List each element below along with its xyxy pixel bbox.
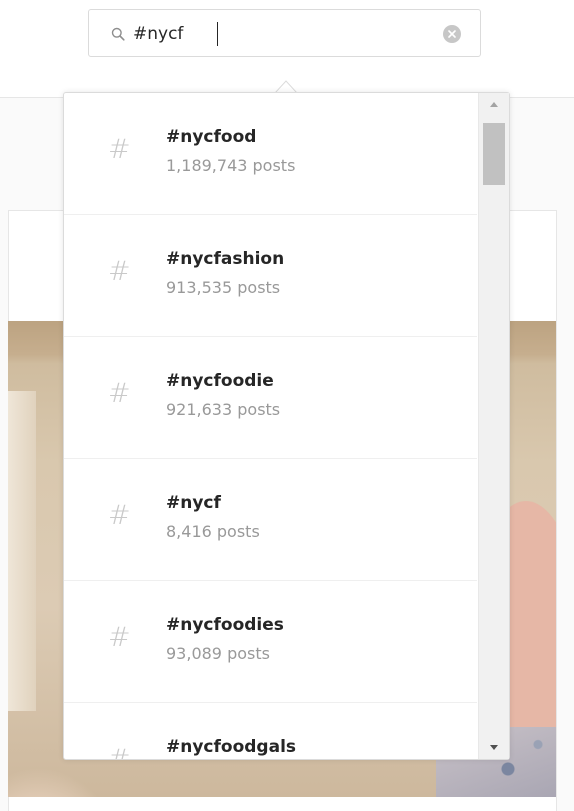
post-count: 913,535 posts — [166, 278, 281, 297]
post-count: 93,089 posts — [166, 644, 270, 663]
scrollbar-thumb[interactable] — [483, 123, 505, 185]
suggestion-item[interactable]: # #nycfoodies 93,089 posts — [64, 581, 477, 703]
hashtag-name: #nycfood — [166, 127, 257, 147]
hashtag-icon: # — [108, 500, 131, 531]
post-count: 8,416 posts — [166, 522, 260, 541]
clear-icon[interactable] — [443, 25, 461, 43]
search-icon — [111, 27, 125, 41]
hashtag-name: #nycfoodies — [166, 615, 284, 635]
search-input[interactable] — [133, 22, 423, 46]
hashtag-icon: # — [108, 622, 131, 653]
hashtag-icon: # — [108, 378, 131, 409]
text-caret — [217, 22, 218, 46]
suggestion-item[interactable]: # #nycfood 1,189,743 posts — [64, 93, 477, 215]
hashtag-icon: # — [108, 134, 131, 165]
hashtag-name: #nycfoodgals — [166, 737, 297, 757]
hashtag-icon: # — [108, 745, 131, 760]
post-count: 1,189,743 posts — [166, 156, 296, 175]
hashtag-name: #nycfashion — [166, 249, 285, 269]
hashtag-name: #nycf — [166, 493, 221, 513]
search-bar[interactable] — [88, 9, 481, 57]
search-suggestions-dropdown: # #nycfood 1,189,743 posts # #nycfashion… — [63, 92, 510, 760]
suggestion-item[interactable]: # #nycfoodgals — [64, 703, 477, 759]
dropdown-scrollbar[interactable] — [478, 93, 509, 759]
suggestion-item[interactable]: # #nycfoodie 921,633 posts — [64, 337, 477, 459]
suggestion-item[interactable]: # #nycfashion 913,535 posts — [64, 215, 477, 337]
scroll-down-arrow-icon[interactable] — [479, 737, 509, 759]
scroll-up-arrow-icon[interactable] — [479, 93, 509, 115]
hashtag-name: #nycfoodie — [166, 371, 274, 391]
post-count: 921,633 posts — [166, 400, 281, 419]
suggestions-list: # #nycfood 1,189,743 posts # #nycfashion… — [64, 93, 477, 759]
dropdown-arrow-icon — [275, 80, 297, 93]
hashtag-icon: # — [108, 256, 131, 287]
suggestion-item[interactable]: # #nycf 8,416 posts — [64, 459, 477, 581]
